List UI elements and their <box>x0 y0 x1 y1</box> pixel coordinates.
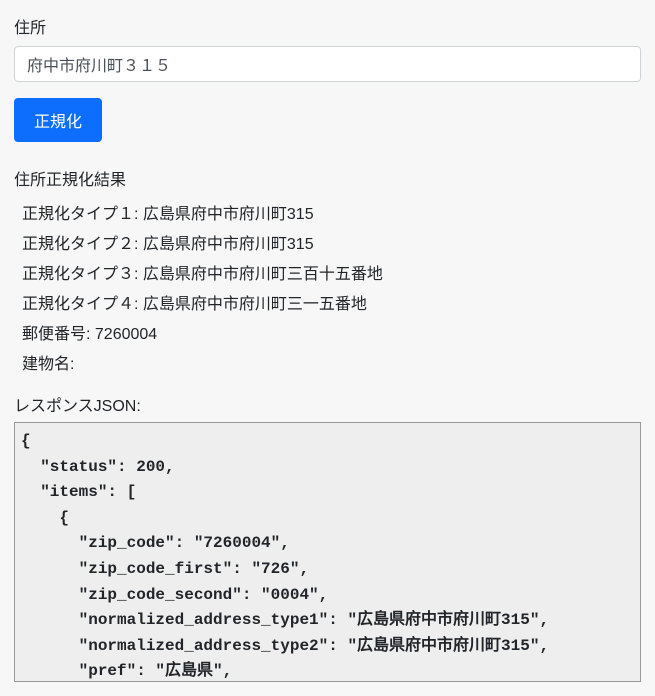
results-title: 住所正規化結果 <box>14 166 641 190</box>
result-value: 7260004 <box>95 326 157 343</box>
result-value: 広島県府中市府川町315 <box>143 206 314 223</box>
result-label: 正規化タイプ２: <box>22 236 143 253</box>
result-label: 正規化タイプ１: <box>22 206 143 223</box>
address-label: 住所 <box>14 14 641 38</box>
address-input[interactable] <box>14 46 641 82</box>
result-value: 広島県府中市府川町315 <box>143 236 314 253</box>
result-label: 正規化タイプ３: <box>22 266 143 283</box>
result-label: 正規化タイプ４: <box>22 296 143 313</box>
result-line: 郵便番号: 7260004 <box>14 320 641 344</box>
normalize-button[interactable]: 正規化 <box>14 98 102 142</box>
result-label: 郵便番号: <box>22 326 95 343</box>
result-label: 建物名: <box>22 356 74 373</box>
result-line: 建物名: <box>14 350 641 374</box>
json-label: レスポンスJSON: <box>14 392 641 416</box>
result-value: 広島県府中市府川町三百十五番地 <box>143 266 383 283</box>
json-output[interactable]: { "status": 200, "items": [ { "zip_code"… <box>14 422 641 682</box>
result-line: 正規化タイプ２: 広島県府中市府川町315 <box>14 230 641 254</box>
result-line: 正規化タイプ３: 広島県府中市府川町三百十五番地 <box>14 260 641 284</box>
result-line: 正規化タイプ１: 広島県府中市府川町315 <box>14 200 641 224</box>
result-value: 広島県府中市府川町三一五番地 <box>143 296 367 313</box>
result-line: 正規化タイプ４: 広島県府中市府川町三一五番地 <box>14 290 641 314</box>
